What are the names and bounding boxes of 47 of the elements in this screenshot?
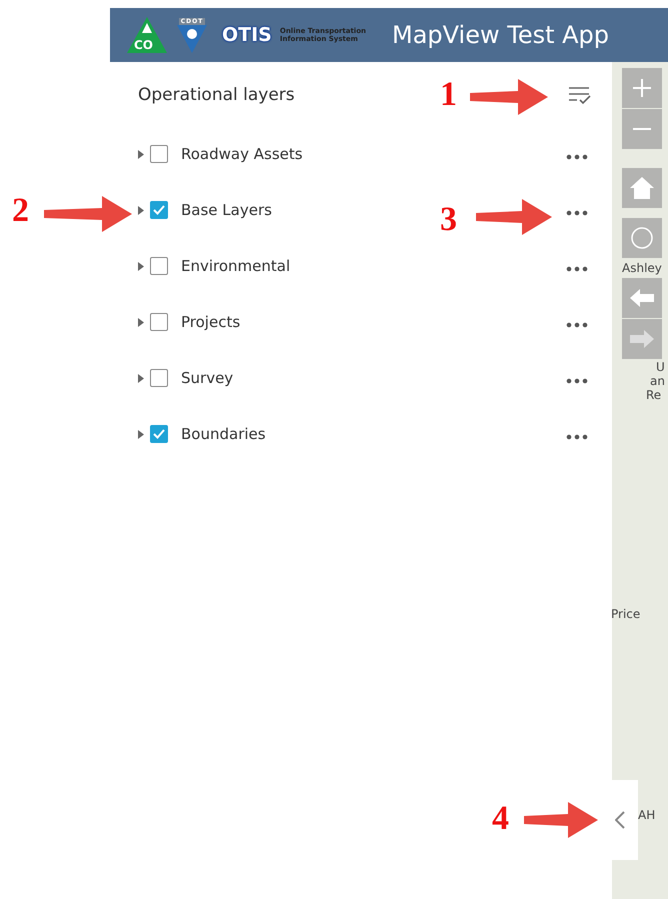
more-dots-icon: [566, 434, 588, 440]
caret-icon[interactable]: [138, 206, 144, 214]
more-dots-icon: [566, 266, 588, 272]
home-icon: [629, 176, 655, 200]
back-arrow-icon: [630, 289, 654, 307]
more-dots-icon: [566, 322, 588, 328]
more-dots-icon: [566, 154, 588, 160]
layer-label: Environmental: [181, 257, 292, 275]
layer-label: Boundaries: [181, 425, 267, 443]
map-label: Price: [612, 607, 640, 621]
forward-arrow-icon: [630, 330, 654, 348]
plus-icon: [633, 79, 651, 97]
layer-checkbox[interactable]: [150, 145, 168, 163]
map-label: U: [656, 360, 665, 374]
brand-logo: OTIS: [222, 24, 272, 46]
annotation-number: 3: [440, 201, 457, 239]
logo-text: CO: [134, 38, 154, 52]
map-label: AH: [638, 808, 656, 822]
layer-label: Survey: [181, 369, 234, 387]
panel-title: Operational layers: [138, 85, 295, 105]
caret-icon[interactable]: [138, 374, 144, 382]
map-label: Re: [646, 388, 662, 402]
triangle-logo-icon: [126, 15, 168, 55]
layer-checkbox[interactable]: [150, 425, 168, 443]
app-title: MapView Test App: [392, 21, 610, 49]
layer-checkbox[interactable]: [150, 201, 168, 219]
layer-checkbox[interactable]: [150, 369, 168, 387]
caret-icon[interactable]: [138, 262, 144, 270]
annotation-number: 1: [440, 76, 457, 114]
layer-checkbox[interactable]: [150, 313, 168, 331]
layer-checkbox[interactable]: [150, 257, 168, 275]
annotation-number: 4: [492, 800, 509, 838]
annotation-number: 2: [12, 192, 29, 230]
caret-icon[interactable]: [138, 150, 144, 158]
shield-logo-icon: [177, 24, 207, 52]
more-dots-icon: [566, 210, 588, 216]
chevron-left-icon: [615, 811, 625, 829]
map-label: Ashley: [622, 261, 662, 275]
caret-icon[interactable]: [138, 430, 144, 438]
map-label: an: [650, 374, 665, 388]
locate-icon: [629, 225, 655, 251]
layer-label: Projects: [181, 313, 242, 331]
layer-label: Roadway Assets: [181, 145, 304, 163]
list-check-icon[interactable]: [568, 85, 592, 105]
minus-icon: [633, 127, 651, 131]
more-dots-icon: [566, 378, 588, 384]
caret-icon[interactable]: [138, 318, 144, 326]
